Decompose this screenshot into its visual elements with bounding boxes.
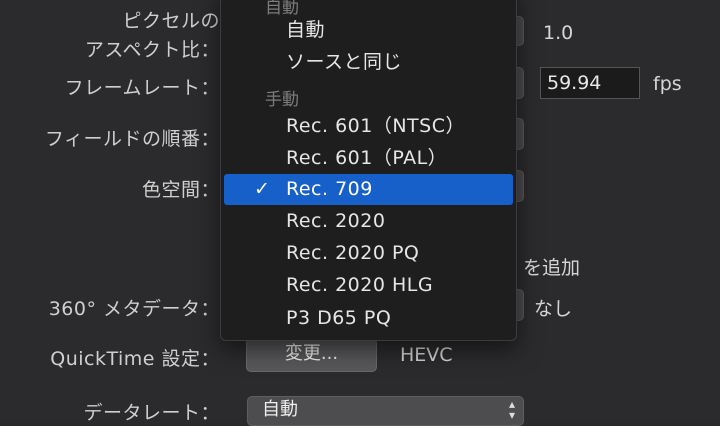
- menu-item-label: Rec. 2020: [286, 210, 386, 232]
- menu-item-rec2020[interactable]: Rec. 2020: [224, 206, 513, 237]
- data-rate-select[interactable]: 自動 ▴ ▾: [247, 396, 524, 426]
- menu-item-rec709[interactable]: ✓ Rec. 709: [224, 174, 513, 205]
- menu-header-manual: 手動: [265, 90, 299, 110]
- frame-rate-field[interactable]: 59.94: [540, 67, 640, 99]
- chevron-down-icon: ▾: [508, 408, 515, 422]
- menu-item-label: Rec. 2020 HLG: [286, 274, 434, 296]
- menu-item-rec2020-hlg[interactable]: Rec. 2020 HLG: [224, 270, 513, 301]
- quicktime-label: QuickTime 設定：: [50, 348, 220, 370]
- data-rate-label: データレート：: [83, 402, 220, 424]
- export-settings-panel: ピクセルの アスペクト比： フレームレート： フィールドの順番： 色空間： 36…: [0, 0, 720, 426]
- menu-item-rec601-pal[interactable]: Rec. 601（PAL）: [224, 143, 513, 174]
- menu-item-p3-d65-pq[interactable]: P3 D65 PQ: [224, 303, 513, 334]
- add-suffix-text: を追加: [523, 257, 581, 279]
- menu-item-rec601-ntsc[interactable]: Rec. 601（NTSC）: [224, 111, 513, 142]
- pixel-aspect-label-line1: ピクセルの: [122, 10, 220, 32]
- pixel-aspect-label-line2: アスペクト比：: [84, 39, 220, 61]
- menu-item-label: ソースと同じ: [286, 51, 403, 73]
- metadata-360-label: 360° メタデータ：: [48, 298, 220, 320]
- menu-item-label: Rec. 601（PAL）: [286, 147, 448, 169]
- menu-item-rec2020-pq[interactable]: Rec. 2020 PQ: [224, 238, 513, 269]
- menu-item-label: Rec. 709: [286, 178, 373, 200]
- frame-rate-unit: fps: [653, 73, 682, 95]
- color-space-menu: 自動 自動 ソースと同じ 手動 Rec. 601（NTSC） Rec. 601（…: [220, 0, 517, 341]
- frame-rate-label: フレームレート：: [64, 77, 220, 99]
- data-rate-value: 自動: [262, 399, 298, 420]
- menu-item-label: Rec. 2020 PQ: [286, 242, 420, 264]
- metadata-360-value: なし: [534, 298, 573, 320]
- menu-item-label: 自動: [286, 19, 326, 41]
- pixel-aspect-value: 1.0: [543, 22, 574, 44]
- menu-item-label: Rec. 601（NTSC）: [286, 115, 465, 137]
- quicktime-codec: HEVC: [400, 344, 453, 366]
- checkmark-icon: ✓: [254, 178, 270, 200]
- menu-item-same-as-source[interactable]: ソースと同じ: [224, 47, 513, 78]
- field-order-label: フィールドの順番：: [44, 128, 220, 150]
- menu-item-label: P3 D65 PQ: [286, 307, 392, 329]
- menu-item-auto[interactable]: 自動: [224, 15, 513, 46]
- quicktime-change-button[interactable]: 変更...: [246, 338, 377, 372]
- color-space-label: 色空間：: [141, 179, 220, 201]
